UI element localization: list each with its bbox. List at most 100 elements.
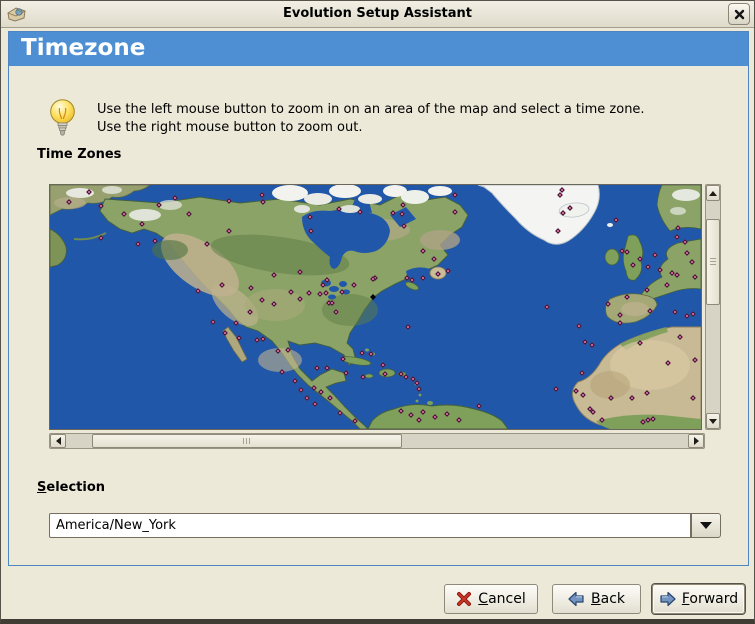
timezone-marker[interactable] — [226, 228, 232, 234]
timezone-marker[interactable] — [121, 211, 127, 217]
timezone-marker[interactable] — [285, 347, 291, 353]
timezone-combo-entry[interactable]: America/New_York — [49, 513, 691, 538]
timezone-marker[interactable] — [665, 360, 671, 366]
timezone-marker[interactable] — [401, 223, 407, 229]
timezone-marker[interactable] — [312, 401, 318, 407]
timezone-marker[interactable] — [186, 211, 192, 217]
timezone-marker[interactable] — [617, 320, 623, 326]
timezone-marker[interactable] — [380, 362, 386, 368]
timezone-marker[interactable] — [555, 228, 561, 234]
timezone-marker[interactable] — [336, 206, 342, 212]
timezone-marker[interactable] — [219, 282, 225, 288]
timezone-marker[interactable] — [317, 291, 323, 297]
timezone-marker[interactable] — [139, 221, 145, 227]
timezone-marker[interactable] — [399, 211, 405, 217]
timezone-marker[interactable] — [690, 311, 696, 317]
timezone-marker[interactable] — [590, 409, 596, 415]
timezone-marker[interactable] — [352, 418, 358, 424]
timezone-marker[interactable] — [222, 330, 228, 336]
timezone-marker[interactable] — [400, 202, 406, 208]
timezone-marker[interactable] — [582, 339, 588, 345]
timezone-marker[interactable] — [382, 371, 388, 377]
timezone-marker[interactable] — [650, 416, 656, 422]
timezone-marker[interactable] — [579, 370, 585, 376]
timezone-marker[interactable] — [674, 272, 680, 278]
timezone-marker[interactable] — [599, 417, 605, 423]
timezone-marker[interactable] — [333, 309, 339, 315]
timezone-marker[interactable] — [630, 262, 636, 268]
scroll-right-button[interactable] — [688, 434, 704, 448]
timezone-marker[interactable] — [254, 337, 260, 343]
timezone-marker[interactable] — [431, 256, 437, 262]
timezone-marker[interactable] — [644, 390, 650, 396]
map-horizontal-scrollbar[interactable] — [49, 433, 705, 449]
timezone-marker[interactable] — [288, 289, 294, 295]
cancel-button[interactable]: Cancel — [444, 584, 538, 614]
timezone-marker[interactable] — [340, 356, 346, 362]
timezone-marker[interactable] — [357, 209, 363, 215]
timezone-marker[interactable] — [684, 250, 690, 256]
timezone-marker[interactable] — [135, 241, 141, 247]
timezone-marker[interactable] — [444, 411, 450, 417]
timezone-marker[interactable] — [617, 312, 623, 318]
timezone-marker[interactable] — [329, 300, 335, 306]
timezone-marker[interactable] — [314, 365, 320, 371]
timezone-marker[interactable] — [360, 374, 366, 380]
timezone-marker[interactable] — [416, 386, 422, 392]
timezone-marker[interactable] — [292, 378, 298, 384]
timezone-marker[interactable] — [248, 285, 254, 291]
timezone-marker[interactable] — [233, 320, 239, 326]
timezone-marker[interactable] — [416, 417, 422, 423]
timezone-marker[interactable] — [557, 192, 563, 198]
timezone-marker[interactable] — [445, 268, 451, 274]
timezone-marker[interactable] — [664, 282, 670, 288]
timezone-marker[interactable] — [405, 324, 411, 330]
timezone-marker[interactable] — [210, 319, 216, 325]
timezone-marker[interactable] — [576, 323, 582, 329]
timezone-marker[interactable] — [675, 225, 681, 231]
timezone-marker[interactable] — [320, 282, 326, 288]
timezone-marker[interactable] — [343, 370, 349, 376]
timezone-marker[interactable] — [337, 410, 343, 416]
timezone-marker[interactable] — [624, 249, 630, 255]
timezone-marker[interactable] — [152, 238, 158, 244]
timezone-marker[interactable] — [553, 386, 559, 392]
timezone-marker[interactable] — [420, 275, 426, 281]
timezone-marker[interactable] — [298, 387, 304, 393]
timezone-marker[interactable] — [560, 210, 566, 216]
timezone-marker[interactable] — [689, 259, 695, 265]
timezone-marker[interactable] — [275, 348, 281, 354]
world-map[interactable] — [49, 184, 702, 430]
timezone-marker[interactable] — [98, 235, 104, 241]
timezone-marker[interactable] — [98, 203, 104, 209]
timezone-marker[interactable] — [351, 282, 357, 288]
timezone-marker[interactable] — [195, 288, 201, 294]
titlebar[interactable]: Evolution Setup Assistant — [1, 1, 754, 28]
timezone-marker[interactable] — [414, 380, 420, 386]
timezone-marker[interactable] — [66, 199, 72, 205]
timezone-marker[interactable] — [605, 301, 611, 307]
timezone-marker[interactable] — [306, 290, 312, 296]
timezone-marker[interactable] — [260, 336, 266, 342]
timezone-marker[interactable] — [259, 297, 265, 303]
timezone-marker[interactable] — [452, 192, 458, 198]
timezone-marker[interactable] — [204, 241, 210, 247]
timezone-marker[interactable] — [690, 395, 696, 401]
timezone-marker[interactable] — [311, 385, 317, 391]
timezone-marker[interactable] — [324, 277, 330, 283]
timezone-marker[interactable] — [613, 217, 619, 223]
timezone-marker[interactable] — [236, 335, 242, 341]
close-button[interactable] — [728, 3, 750, 25]
timezone-marker[interactable] — [318, 389, 324, 395]
timezone-marker[interactable] — [420, 409, 426, 415]
timezone-marker[interactable] — [156, 202, 162, 208]
scroll-down-button[interactable] — [706, 413, 720, 429]
timezone-marker[interactable] — [647, 308, 653, 314]
timezone-marker[interactable] — [692, 357, 698, 363]
timezone-marker[interactable] — [435, 271, 441, 277]
timezone-marker[interactable] — [692, 274, 698, 280]
timezone-marker[interactable] — [674, 234, 680, 240]
timezone-marker[interactable] — [297, 296, 303, 302]
timezone-marker[interactable] — [409, 277, 415, 283]
timezone-marker[interactable] — [672, 309, 678, 315]
